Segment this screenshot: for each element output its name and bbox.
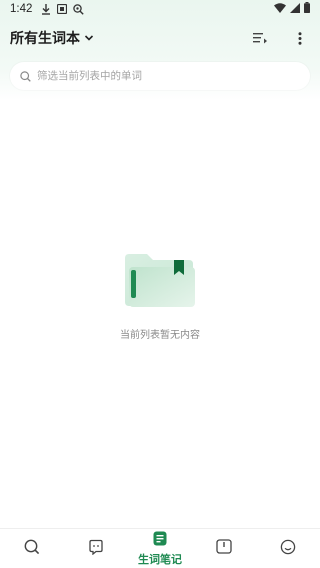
empty-state: 当前列表暂无内容 bbox=[0, 250, 320, 341]
nav-item-book[interactable] bbox=[194, 529, 254, 568]
smile-icon bbox=[280, 539, 296, 559]
app-header: 所有生词本 bbox=[0, 24, 320, 52]
nav-label-notebook: 生词笔记 bbox=[138, 552, 182, 566]
nav-item-search[interactable] bbox=[2, 529, 62, 568]
nav-item-profile[interactable] bbox=[258, 529, 318, 568]
empty-state-text: 当前列表暂无内容 bbox=[120, 330, 200, 341]
wordbook-selector[interactable]: 所有生词本 bbox=[10, 28, 94, 48]
sort-list-icon[interactable] bbox=[250, 28, 270, 48]
page-title: 所有生词本 bbox=[10, 31, 80, 47]
nav-item-notebook[interactable]: 生词笔记 bbox=[130, 529, 190, 568]
chevron-down-icon bbox=[84, 34, 94, 42]
search-icon bbox=[20, 67, 31, 86]
book-icon bbox=[216, 539, 232, 558]
search-input[interactable] bbox=[37, 70, 277, 82]
search-icon bbox=[24, 539, 40, 559]
nav-item-chat[interactable] bbox=[66, 529, 126, 568]
signal-icon bbox=[290, 2, 300, 16]
chat-icon bbox=[88, 539, 104, 559]
folder-bookmark-icon bbox=[123, 250, 197, 312]
battery-icon bbox=[304, 2, 310, 16]
more-vertical-icon[interactable] bbox=[290, 28, 310, 48]
status-time: 1:42 bbox=[10, 3, 33, 15]
search-status-icon bbox=[72, 3, 84, 15]
search-bar[interactable] bbox=[10, 62, 310, 90]
download-icon bbox=[40, 3, 52, 15]
status-bar: 1:42 bbox=[0, 0, 320, 18]
wifi-icon bbox=[274, 2, 286, 16]
notebook-icon bbox=[153, 531, 167, 550]
notification-box-icon bbox=[56, 3, 68, 15]
bottom-nav: 生词笔记 bbox=[0, 528, 320, 568]
